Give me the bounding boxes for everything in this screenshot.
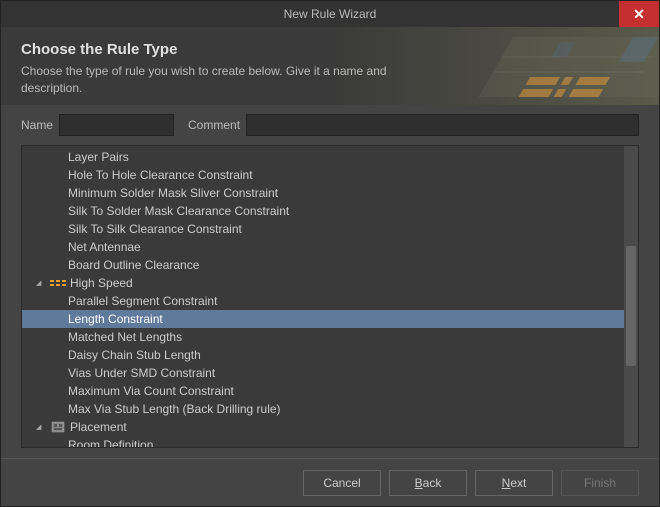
tree-rule-item[interactable]: Daisy Chain Stub Length	[22, 346, 624, 364]
close-button[interactable]: ✕	[619, 1, 659, 27]
category-label: High Speed	[70, 276, 133, 290]
tree-category[interactable]: ◢ High Speed	[22, 274, 624, 292]
scroll-thumb[interactable]	[626, 246, 636, 366]
tree-rule-item[interactable]: Silk To Silk Clearance Constraint	[22, 220, 624, 238]
tree-rule-item[interactable]: Board Outline Clearance	[22, 256, 624, 274]
name-label: Name	[21, 118, 53, 132]
wizard-header: Choose the Rule Type Choose the type of …	[1, 27, 659, 105]
rule-label: Vias Under SMD Constraint	[68, 366, 215, 380]
rule-label: Board Outline Clearance	[68, 258, 199, 272]
tree-rule-item[interactable]: Vias Under SMD Constraint	[22, 364, 624, 382]
rule-label: Silk To Silk Clearance Constraint	[68, 222, 242, 236]
next-button[interactable]: Next	[475, 470, 553, 496]
tree-rule-item[interactable]: Net Antennae	[22, 238, 624, 256]
rule-label: Hole To Hole Clearance Constraint	[68, 168, 253, 182]
wizard-dialog: New Rule Wizard ✕ Choose the Rule Type C…	[0, 0, 660, 507]
rule-label: Net Antennae	[68, 240, 141, 254]
tree-rule-item[interactable]: Max Via Stub Length (Back Drilling rule)	[22, 400, 624, 418]
tree-rule-item[interactable]: Length Constraint	[22, 310, 624, 328]
page-title: Choose the Rule Type	[21, 41, 639, 58]
tree-rule-item[interactable]: Room Definition	[22, 436, 624, 448]
tree-rule-item[interactable]: Silk To Solder Mask Clearance Constraint	[22, 202, 624, 220]
category-label: Placement	[70, 420, 127, 434]
name-input[interactable]	[59, 114, 174, 136]
tree-category[interactable]: ◢ Placement	[22, 418, 624, 436]
comment-label: Comment	[188, 118, 240, 132]
tree-rule-item[interactable]: Layer Pairs	[22, 148, 624, 166]
rule-label: Parallel Segment Constraint	[68, 294, 217, 308]
comment-input[interactable]	[246, 114, 639, 136]
titlebar: New Rule Wizard ✕	[1, 1, 659, 27]
back-button[interactable]: Back	[389, 470, 467, 496]
rule-label: Silk To Solder Mask Clearance Constraint	[68, 204, 289, 218]
rule-label: Length Constraint	[68, 312, 163, 326]
header-graphic	[419, 27, 659, 105]
placement-icon	[50, 421, 66, 433]
chevron-down-icon[interactable]: ◢	[36, 279, 46, 287]
wizard-footer: Cancel Back Next Finish	[1, 458, 659, 506]
tree-rule-item[interactable]: Minimum Solder Mask Sliver Constraint	[22, 184, 624, 202]
tree-rule-item[interactable]: Matched Net Lengths	[22, 328, 624, 346]
scrollbar[interactable]	[624, 146, 638, 447]
rule-label: Daisy Chain Stub Length	[68, 348, 201, 362]
cancel-button[interactable]: Cancel	[303, 470, 381, 496]
tree-rule-item[interactable]: Hole To Hole Clearance Constraint	[22, 166, 624, 184]
tree-rule-item[interactable]: Maximum Via Count Constraint	[22, 382, 624, 400]
close-icon: ✕	[633, 6, 645, 23]
tree-rule-item[interactable]: Parallel Segment Constraint	[22, 292, 624, 310]
rule-label: Room Definition	[68, 438, 153, 448]
rule-label: Maximum Via Count Constraint	[68, 384, 234, 398]
rule-type-tree[interactable]: Layer Pairs Hole To Hole Clearance Constr…	[21, 145, 639, 448]
rule-label: Minimum Solder Mask Sliver Constraint	[68, 186, 278, 200]
form-row: Name Comment	[1, 105, 659, 145]
chevron-down-icon[interactable]: ◢	[36, 423, 46, 431]
rule-label: Max Via Stub Length (Back Drilling rule)	[68, 402, 281, 416]
rule-label: Layer Pairs	[68, 150, 129, 164]
page-description: Choose the type of rule you wish to crea…	[21, 63, 421, 97]
finish-button: Finish	[561, 470, 639, 496]
window-title: New Rule Wizard	[284, 7, 377, 21]
rule-label: Matched Net Lengths	[68, 330, 182, 344]
highspeed-icon	[50, 277, 66, 289]
